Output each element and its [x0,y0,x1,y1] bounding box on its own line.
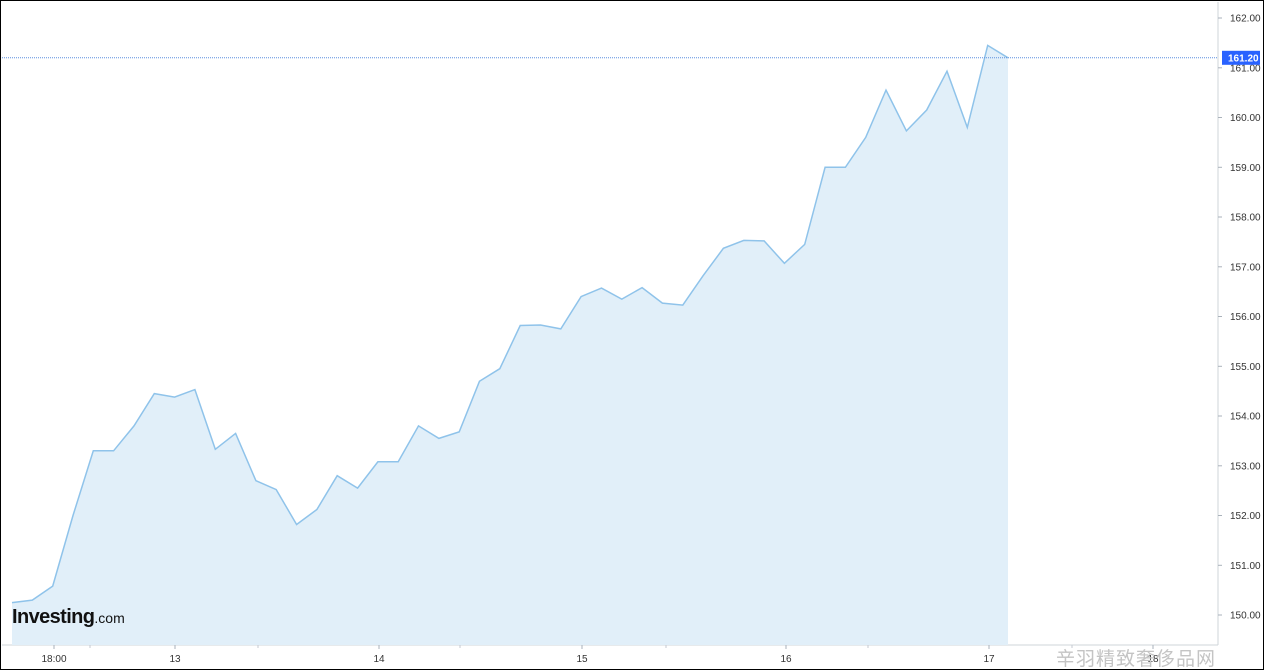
x-tick-label: 15 [576,654,588,665]
price-area-chart[interactable]: 150.00 151.00 152.00 153.00 154.00 155.00 156.… [0,0,1264,670]
y-tick-label: 152.00 [1230,511,1261,522]
x-axis-ticks: 18:00 13 14 15 16 17 18 [41,645,1159,665]
watermark: 辛羽精致奢侈品网 [1056,648,1217,670]
y-tick-label: 158.00 [1230,213,1261,224]
price-area-fill [12,45,1008,645]
y-tick-label: 162.00 [1230,14,1261,25]
y-tick-label: 161.00 [1230,63,1261,74]
x-tick-label: 14 [373,654,385,665]
y-tick-label: 157.00 [1230,262,1261,273]
last-price-label: 161.20 [1228,53,1259,64]
x-tick-label: 18:00 [41,654,66,665]
y-tick-label: 154.00 [1230,412,1261,423]
investing-logo: Investing.com [12,606,125,629]
y-tick-label: 153.00 [1230,461,1261,472]
x-tick-label: 13 [169,654,181,665]
x-tick-label: 17 [983,654,995,665]
x-tick-label: 16 [780,654,792,665]
y-tick-label: 150.00 [1230,611,1261,622]
y-tick-label: 159.00 [1230,163,1261,174]
logo-brand: Investing [12,606,95,628]
last-price-badge: 161.20 [1222,50,1260,65]
y-axis-ticks: 150.00 151.00 152.00 153.00 154.00 155.00 156.… [1218,14,1261,622]
y-tick-label: 155.00 [1230,362,1261,373]
logo-tld: .com [94,610,125,626]
y-tick-label: 160.00 [1230,113,1261,124]
y-tick-label: 156.00 [1230,312,1261,323]
y-tick-label: 151.00 [1230,561,1261,572]
